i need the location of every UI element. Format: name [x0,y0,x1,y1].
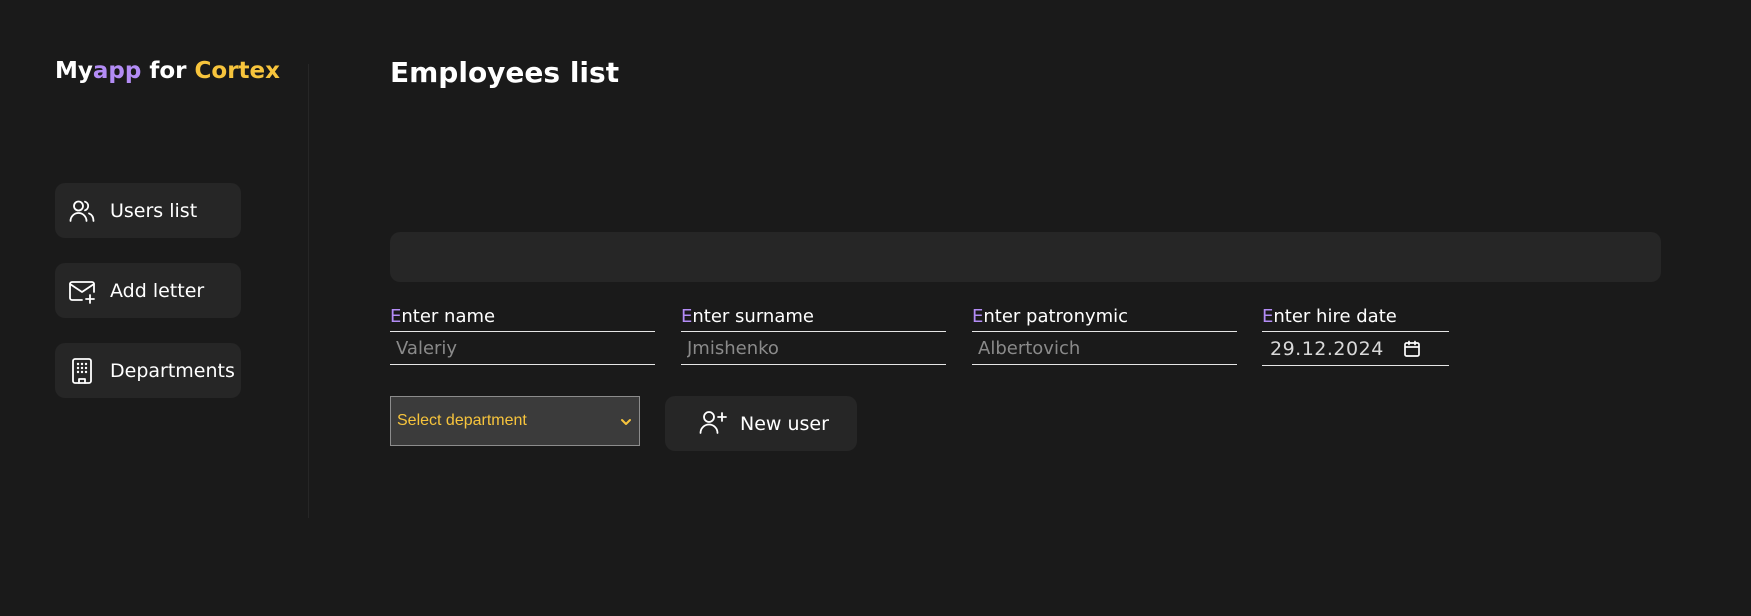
hire-date-value: 29.12.2024 [1270,337,1384,360]
sidebar: Myapp for Cortex Users list Add letter D… [0,0,308,616]
sidebar-item-users-list[interactable]: Users list [55,183,241,238]
sidebar-divider [308,64,309,518]
patronymic-input[interactable] [972,332,1237,365]
hire-date-field: Enter hire date 29.12.2024 [1262,302,1449,366]
name-input[interactable] [390,332,655,365]
sidebar-item-departments[interactable]: Departments [55,343,241,398]
users-icon [67,196,97,226]
logo-part-app: app [92,58,142,84]
hire-date-label: Enter hire date [1262,302,1449,332]
patronymic-label: Enter patronymic [972,302,1237,332]
info-banner [390,232,1661,282]
department-select[interactable]: Select department [390,396,640,446]
surname-field: Enter surname [681,302,946,365]
surname-label: Enter surname [681,302,946,332]
sidebar-item-label: Add letter [110,279,205,302]
name-field: Enter name [390,302,655,365]
building-icon [67,356,97,386]
new-user-button-label: New user [740,412,829,435]
mail-plus-icon [67,276,97,306]
new-user-button[interactable]: New user [665,396,857,451]
surname-input[interactable] [681,332,946,365]
department-select-value: Select department [397,412,527,429]
calendar-icon[interactable] [1403,340,1421,362]
logo-part-for: for [141,58,195,84]
page-title: Employees list [390,56,620,89]
user-plus-icon [698,408,728,440]
app-logo: Myapp for Cortex [55,58,280,84]
logo-part-cortex: Cortex [194,58,280,84]
sidebar-nav: Users list Add letter Departments [55,183,241,423]
sidebar-item-label: Users list [110,199,198,222]
hire-date-input[interactable]: 29.12.2024 [1262,332,1449,366]
patronymic-field: Enter patronymic [972,302,1237,365]
logo-part-my: My [55,58,93,84]
sidebar-item-add-letter[interactable]: Add letter [55,263,241,318]
chevron-down-icon [619,414,633,433]
app-root: Myapp for Cortex Users list Add letter D… [0,0,1751,616]
sidebar-item-label: Departments [110,359,235,382]
name-label: Enter name [390,302,655,332]
